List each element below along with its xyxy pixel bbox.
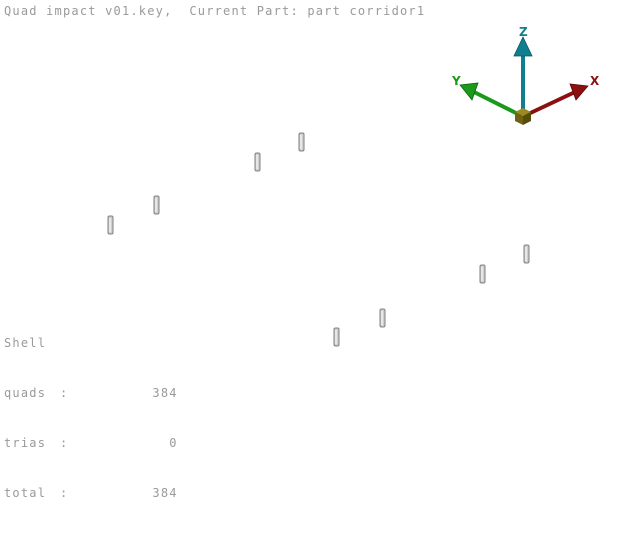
x-axis-arrow: X xyxy=(523,74,600,118)
shell-element[interactable] xyxy=(479,264,486,284)
stats-panel: Shell quads : 384 trias : 0 total : 384 xyxy=(4,308,177,522)
origin-cube-icon xyxy=(515,108,531,125)
z-axis-label: Z xyxy=(519,25,528,39)
shell-element[interactable] xyxy=(298,132,305,152)
x-axis-label: X xyxy=(590,74,600,88)
shell-element[interactable] xyxy=(523,244,530,264)
stats-label: total xyxy=(4,486,47,500)
stats-row: trias : 0 xyxy=(4,436,177,458)
stats-separator: : xyxy=(60,436,69,450)
stats-value: 384 xyxy=(152,386,178,400)
stats-value: 0 xyxy=(169,436,178,450)
y-axis-arrow: Y xyxy=(451,74,523,118)
shell-elements xyxy=(107,132,530,347)
stats-separator: : xyxy=(60,486,69,500)
stats-row: quads : 384 xyxy=(4,386,177,408)
shell-element[interactable] xyxy=(333,327,340,347)
stats-title: Shell xyxy=(4,336,47,350)
y-axis-label: Y xyxy=(451,74,461,88)
shell-element[interactable] xyxy=(107,215,114,235)
shell-element[interactable] xyxy=(379,308,386,328)
stats-separator: : xyxy=(60,386,69,400)
stats-title-row: Shell xyxy=(4,336,45,358)
3d-viewport[interactable]: X Y Z xyxy=(0,0,640,480)
axis-triad[interactable]: X Y Z xyxy=(451,25,600,125)
stats-value: 384 xyxy=(152,486,178,500)
stats-label: quads xyxy=(4,386,47,400)
stats-row: total : 384 xyxy=(4,486,177,508)
shell-element[interactable] xyxy=(153,195,160,215)
shell-element[interactable] xyxy=(254,152,261,172)
z-axis-arrow: Z xyxy=(513,25,533,112)
stats-label: trias xyxy=(4,436,47,450)
